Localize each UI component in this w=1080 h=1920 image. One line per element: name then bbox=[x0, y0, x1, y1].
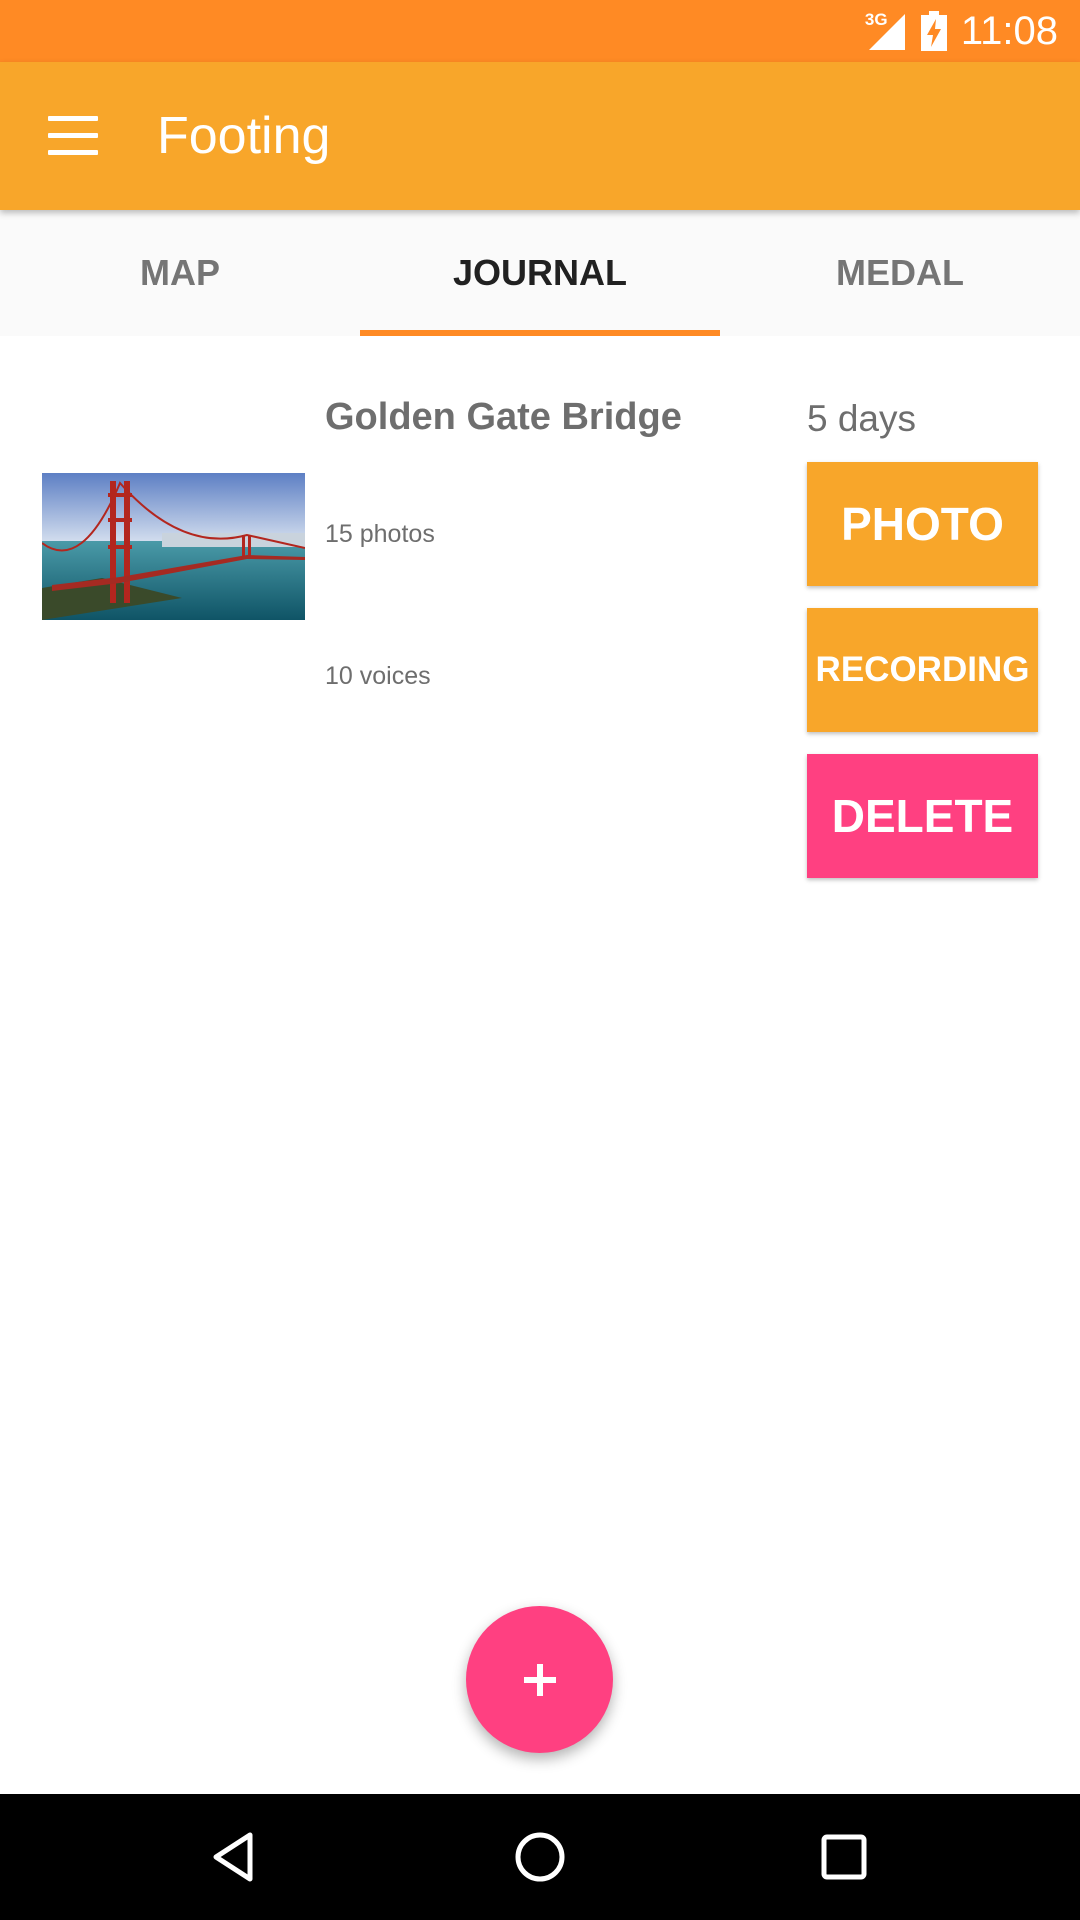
photo-button[interactable]: PHOTO bbox=[807, 462, 1038, 586]
recents-icon[interactable] bbox=[814, 1827, 874, 1887]
navigation-bar bbox=[0, 1794, 1080, 1920]
golden-gate-bridge-photo[interactable] bbox=[42, 473, 305, 620]
photos-count: 15 photos bbox=[325, 520, 435, 548]
app-bar: Footing bbox=[0, 62, 1080, 210]
entry-title: Golden Gate Bridge bbox=[325, 396, 682, 438]
plus-icon bbox=[523, 1663, 556, 1696]
status-icons: 3G 11:08 bbox=[865, 0, 1058, 62]
add-entry-button[interactable] bbox=[466, 1606, 613, 1753]
tab-bar: MAP JOURNAL MEDAL bbox=[0, 210, 1080, 336]
app-title: Footing bbox=[157, 107, 331, 165]
voices-count: 10 voices bbox=[325, 662, 431, 690]
tab-medal[interactable]: MEDAL bbox=[720, 210, 1080, 336]
tab-indicator bbox=[360, 330, 720, 336]
hamburger-menu-icon[interactable] bbox=[36, 106, 108, 166]
home-icon[interactable] bbox=[510, 1827, 570, 1887]
clock: 11:08 bbox=[960, 8, 1058, 53]
status-bar: 3G 11:08 bbox=[0, 0, 1080, 62]
tab-map[interactable]: MAP bbox=[0, 210, 360, 336]
tab-journal[interactable]: JOURNAL bbox=[360, 210, 720, 336]
back-icon[interactable] bbox=[206, 1827, 266, 1887]
entry-duration: 5 days bbox=[807, 398, 917, 439]
delete-button[interactable]: DELETE bbox=[807, 754, 1038, 878]
recording-button[interactable]: RECORDING bbox=[807, 608, 1038, 732]
signal-icon: 3G bbox=[865, 10, 907, 52]
battery-charging-icon bbox=[920, 11, 947, 51]
